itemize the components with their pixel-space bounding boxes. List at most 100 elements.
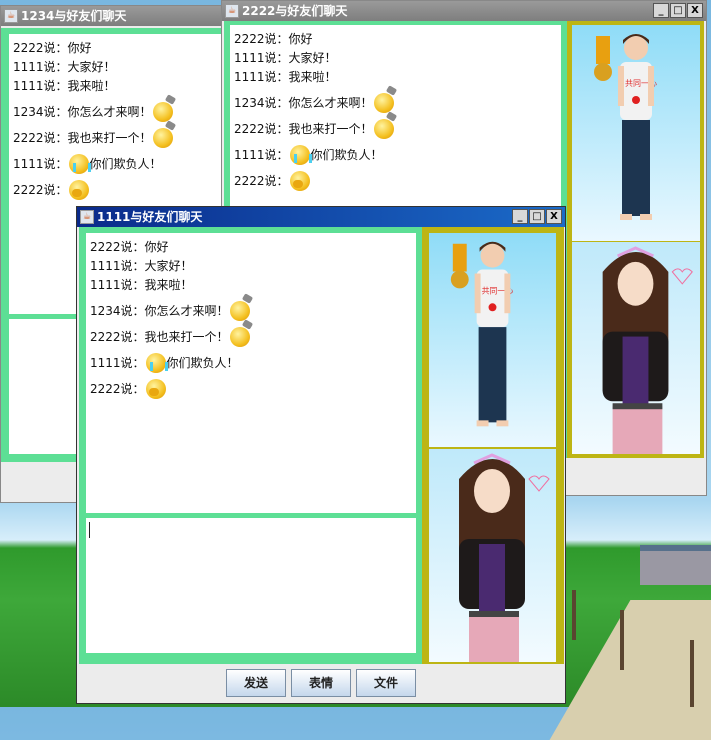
message-text: 你好 xyxy=(67,41,92,55)
chat-message: 1111说： 大家好！ xyxy=(234,49,557,68)
chat-message: 1111说： 你们欺负人！ xyxy=(90,347,412,373)
send-button[interactable]: 发送 xyxy=(226,669,286,697)
title-bar[interactable]: ☕ 2222与好友们聊天 _ □ X xyxy=(222,1,706,21)
chat-message: 2222说： 我也来打一个！ xyxy=(13,122,219,148)
close-button[interactable]: X xyxy=(687,3,703,18)
hammer-emoticon-icon xyxy=(152,102,173,122)
message-sender: 1234说： xyxy=(90,304,145,318)
minimize-button[interactable]: _ xyxy=(512,209,528,224)
message-text: 大家好！ xyxy=(144,259,193,273)
chat-history[interactable]: 2222说： 你好 1111说： 大家好！ 1111说： 我来啦！ 1234说： 你怎么才来啊… xyxy=(86,233,416,513)
chat-message: 2222说： 你好 xyxy=(13,39,219,58)
cover-emoticon-icon xyxy=(289,171,310,191)
message-sender: 1111说： xyxy=(234,51,289,65)
message-sender: 1234说： xyxy=(13,105,68,119)
maximize-button[interactable]: □ xyxy=(529,209,545,224)
window-title: 1111与好友们聊天 xyxy=(97,210,203,224)
cover-emoticon-icon xyxy=(145,379,166,399)
message-sender: 1111说： xyxy=(234,70,289,84)
message-sender: 1111说： xyxy=(13,60,68,74)
text-cursor xyxy=(89,522,90,538)
message-sender: 2222说： xyxy=(234,122,289,136)
male-avatar-image: 共同一心 xyxy=(572,25,700,241)
file-button[interactable]: 文件 xyxy=(356,669,416,697)
message-sender: 1111说： xyxy=(90,259,145,273)
message-text: 你好 xyxy=(144,240,169,254)
chat-message: 2222说： 我也来打一个！ xyxy=(234,113,557,139)
chat-message: 2222说： xyxy=(13,174,219,200)
hammer-emoticon-icon xyxy=(373,119,394,139)
chat-message: 1111说： 大家好！ xyxy=(90,257,412,276)
girl-figure xyxy=(459,453,550,662)
chat-message: 1234说： 你怎么才来啊！ xyxy=(13,96,219,122)
chat-message: 1111说： 你们欺负人！ xyxy=(234,139,557,165)
fence-post xyxy=(620,610,624,670)
title-bar[interactable]: ☕ 1111与好友们聊天 _ □ X xyxy=(77,207,565,227)
message-text: 你们欺负人！ xyxy=(310,148,383,162)
chat-message: 1234说： 你怎么才来啊！ xyxy=(90,295,412,321)
message-sender: 1111说： xyxy=(13,79,68,93)
message-text: 你们欺负人！ xyxy=(89,157,162,171)
close-button[interactable]: X xyxy=(546,209,562,224)
message-sender: 2222说： xyxy=(90,330,145,344)
message-sender: 2222说： xyxy=(13,183,68,197)
message-text: 大家好！ xyxy=(67,60,116,74)
java-icon: ☕ xyxy=(225,4,239,18)
fence-post xyxy=(690,640,694,707)
message-text: 我来啦！ xyxy=(67,79,116,93)
message-sender: 2222说： xyxy=(90,240,145,254)
message-sender: 2222说： xyxy=(13,131,68,145)
girl-figure xyxy=(602,246,693,454)
message-input[interactable] xyxy=(86,518,416,653)
fence-post xyxy=(572,590,576,640)
window-title: 1234与好友们聊天 xyxy=(21,9,127,23)
chat-message: 1234说： 你怎么才来啊！ xyxy=(234,87,557,113)
message-text: 大家好！ xyxy=(288,51,337,65)
hammer-emoticon-icon xyxy=(229,327,250,347)
java-icon: ☕ xyxy=(80,210,94,224)
message-text: 你怎么才来啊！ xyxy=(288,96,373,110)
message-sender: 2222说： xyxy=(234,174,289,188)
title-bar[interactable]: ☕ 1234与好友们聊天 xyxy=(1,6,221,26)
message-text: 我也来打一个！ xyxy=(144,330,229,344)
chat-message: 1111说： 我来啦！ xyxy=(13,77,219,96)
cry-emoticon-icon xyxy=(289,145,312,165)
message-text: 我来啦！ xyxy=(288,70,337,84)
window-title: 2222与好友们聊天 xyxy=(242,4,348,18)
hammer-emoticon-icon xyxy=(152,128,173,148)
chat-message: 1111说： 你们欺负人！ xyxy=(13,148,219,174)
chat-message: 2222说： 你好 xyxy=(90,238,412,257)
desktop-house xyxy=(640,545,711,585)
message-sender: 1111说： xyxy=(13,157,68,171)
message-text: 我来啦！ xyxy=(144,278,193,292)
message-sender: 2222说： xyxy=(234,32,289,46)
message-text: 你怎么才来啊！ xyxy=(67,105,152,119)
message-sender: 1111说： xyxy=(90,278,145,292)
chat-message: 1111说： 我来啦！ xyxy=(90,276,412,295)
chat-message: 2222说： 你好 xyxy=(234,30,557,49)
male-avatar-image: 共同一心 xyxy=(429,233,556,447)
cry-emoticon-icon xyxy=(68,154,91,174)
hammer-emoticon-icon xyxy=(373,93,394,113)
message-sender: 2222说： xyxy=(13,41,68,55)
chat-message: 2222说： xyxy=(90,373,412,399)
maximize-button[interactable]: □ xyxy=(670,3,686,18)
message-sender: 1111说： xyxy=(90,356,145,370)
message-sender: 1111说： xyxy=(234,148,289,162)
message-text: 我也来打一个！ xyxy=(288,122,373,136)
boy-figure: 共同一心 xyxy=(450,241,513,427)
female-avatar-image xyxy=(429,449,556,662)
chat-message: 2222说： 我也来打一个！ xyxy=(90,321,412,347)
java-icon: ☕ xyxy=(4,9,18,23)
message-sender: 1234说： xyxy=(234,96,289,110)
female-avatar-image xyxy=(572,242,700,454)
emoticon-button[interactable]: 表情 xyxy=(291,669,351,697)
minimize-button[interactable]: _ xyxy=(653,3,669,18)
chat-window-1111: ☕ 1111与好友们聊天 _ □ X 2222说： 你好 1111说： 大家好！ 1111说：… xyxy=(76,206,566,704)
hammer-emoticon-icon xyxy=(229,301,250,321)
cover-emoticon-icon xyxy=(68,180,89,200)
message-text: 我也来打一个！ xyxy=(67,131,152,145)
chat-message: 2222说： xyxy=(234,165,557,191)
message-text: 你怎么才来啊！ xyxy=(144,304,229,318)
boy-figure: 共同一心 xyxy=(594,34,657,220)
